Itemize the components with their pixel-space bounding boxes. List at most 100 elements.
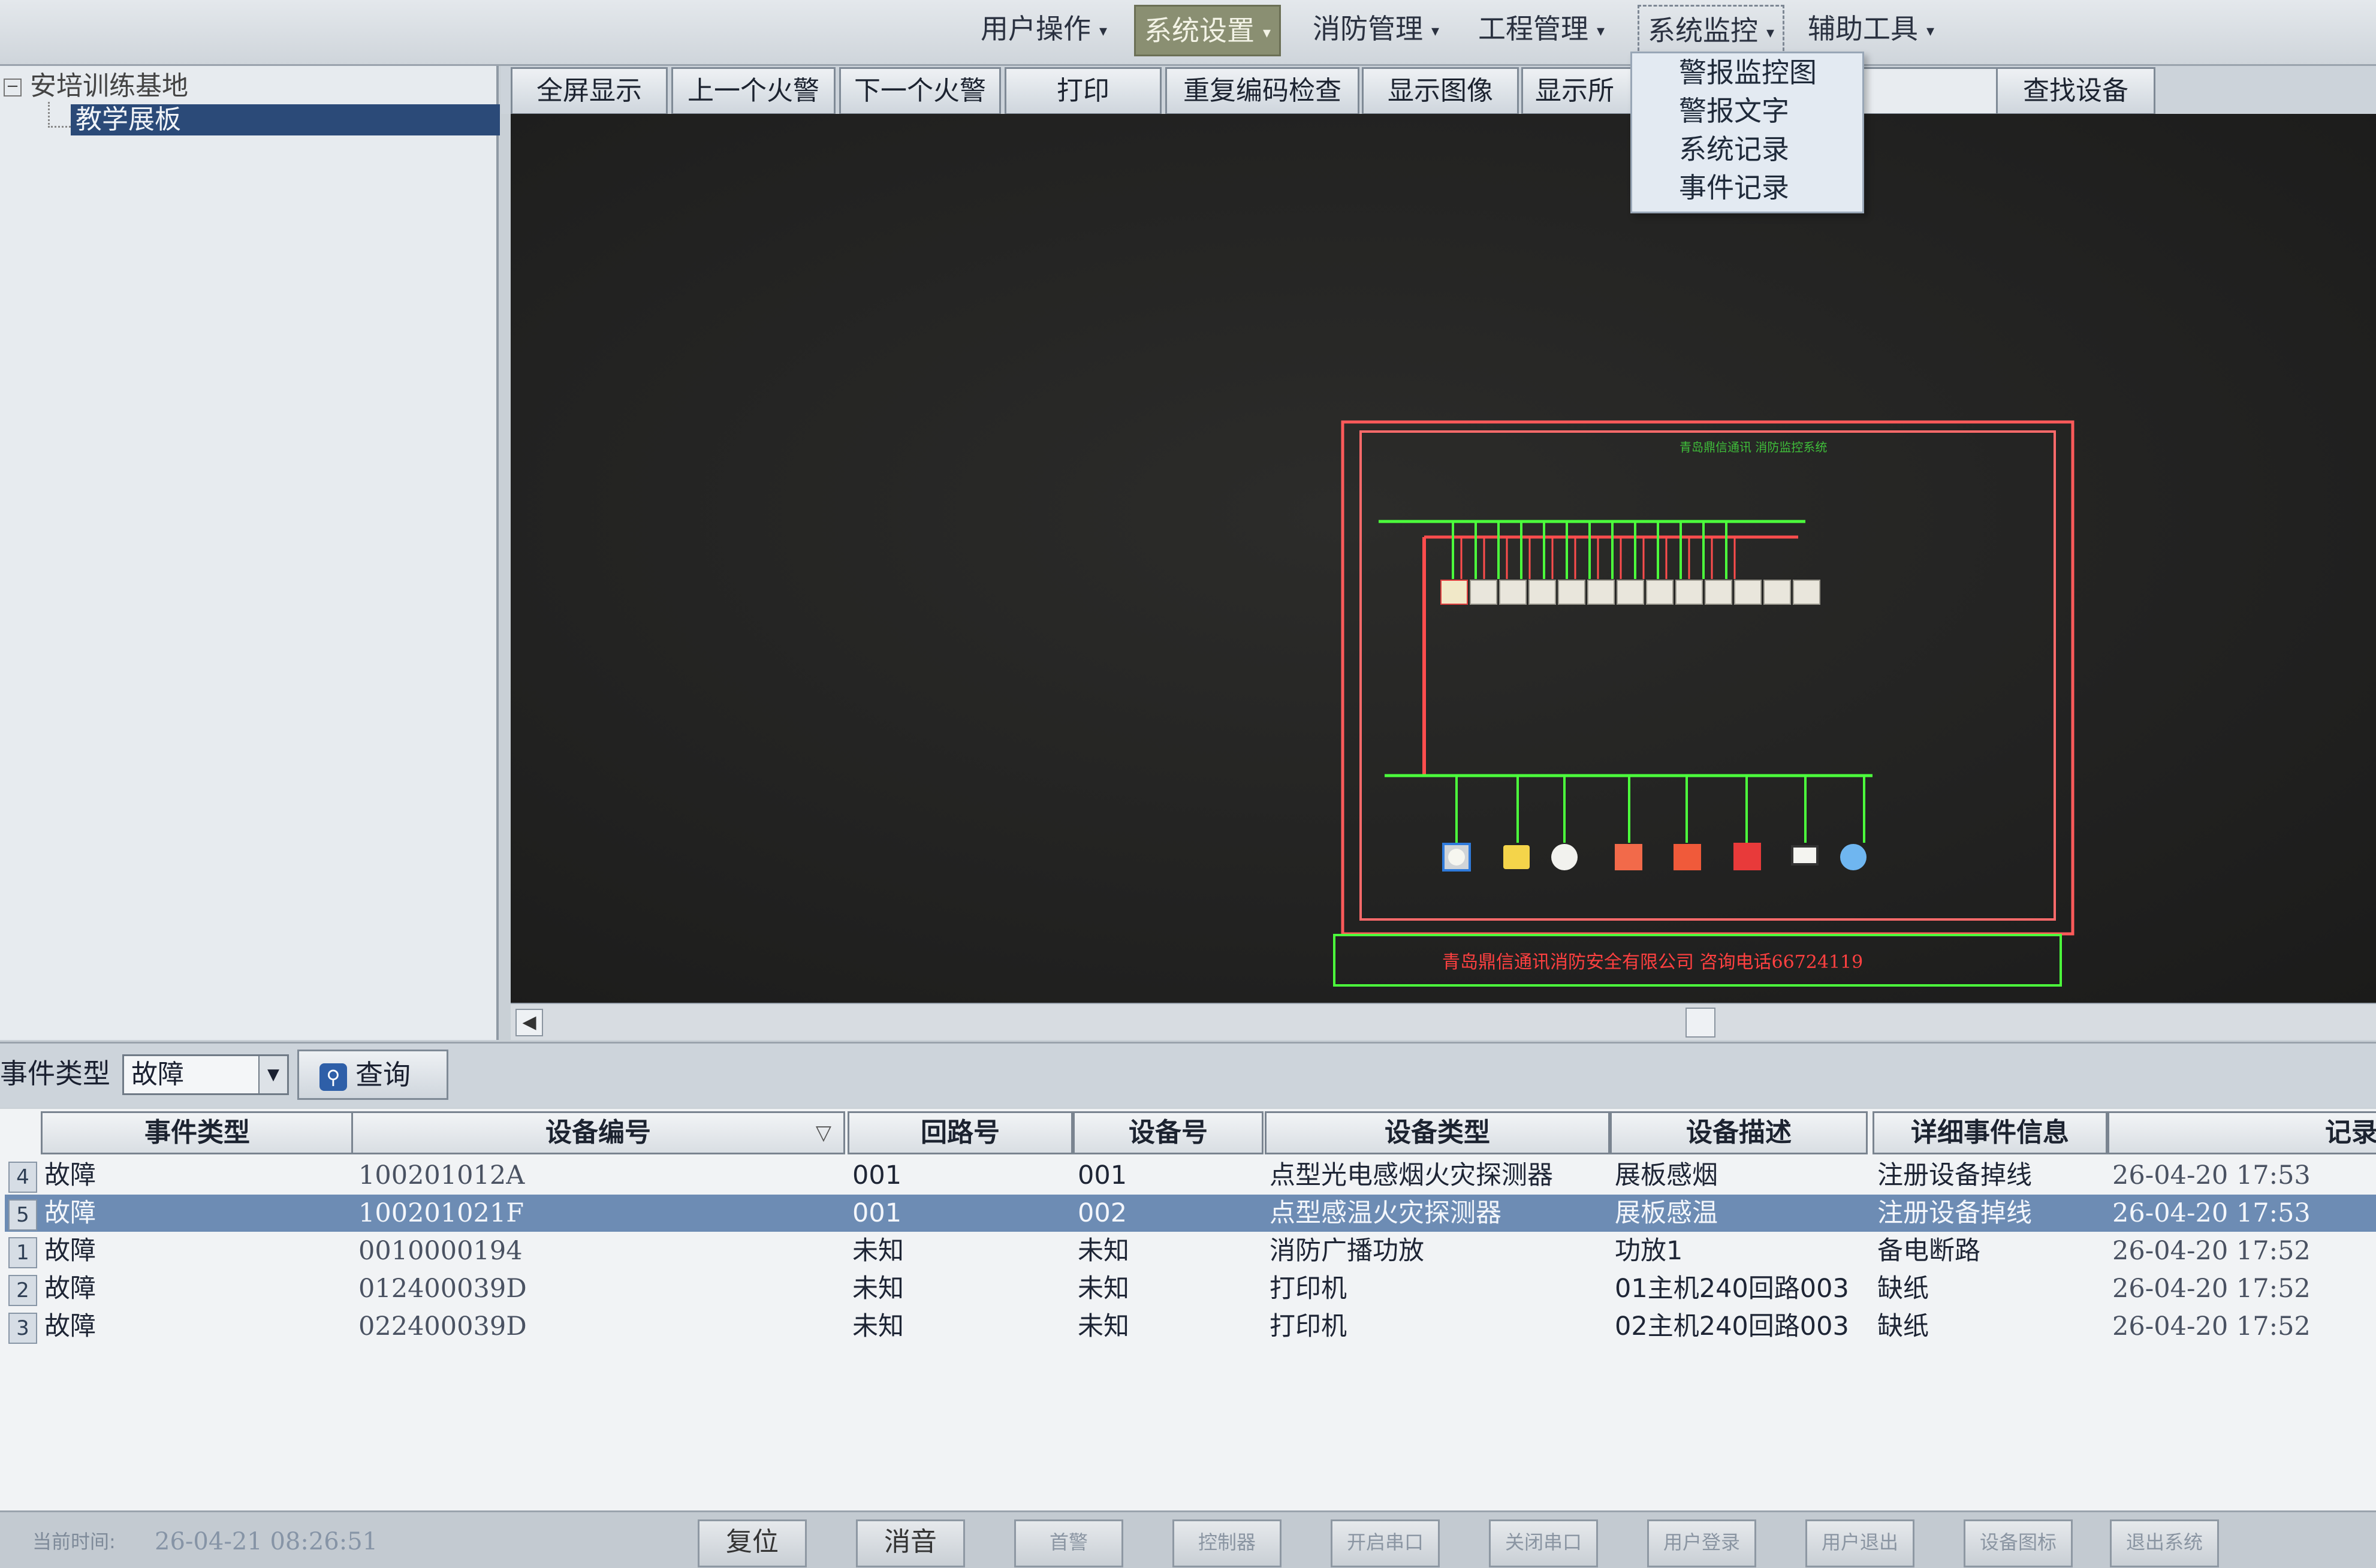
cell-event-detail: 注册设备掉线 [1877,1198,2032,1228]
input-module [1558,580,1585,605]
prev-fire-alarm-button[interactable]: 上一个火警 [671,67,836,115]
user-logout-button[interactable]: 用户退出 [1805,1519,1914,1567]
menu-bar: 用户操作 ▾ 系统设置 ▾ 消防管理 ▾ 工程管理 ▾ 系统监控 ▾ 辅助工具 ▾ [0,0,2376,66]
input-module [1499,580,1527,605]
cell-description: 展板感烟 [1615,1160,1718,1190]
find-device-button[interactable]: 查找设备 [1996,67,2155,115]
current-time-value: 26-04-21 08:26:51 [155,1528,378,1555]
col-record-time[interactable]: 记录 [2107,1111,2376,1154]
input-module [1763,580,1791,605]
scroll-thumb[interactable] [1685,1008,1715,1038]
col-device-code[interactable]: 设备编号 ▽ [351,1111,845,1154]
col-device-description[interactable]: 设备描述 [1610,1111,1868,1154]
event-type-select[interactable]: 故障 ▼ [122,1054,289,1095]
beacon-device [1840,844,1867,870]
chevron-down-icon: ▾ [1099,22,1108,40]
cell-device-code: 012400039D [358,1274,527,1304]
controller-button[interactable]: 控制器 [1172,1519,1282,1567]
menu-fire-management[interactable]: 消防管理 ▾ [1304,5,1448,53]
filter-bar: 事件类型 故障 ▼ ⚲ 查询 [0,1042,2376,1108]
scroll-left-arrow-icon[interactable]: ◀ [515,1009,543,1036]
cell-event-detail: 注册设备掉线 [1877,1160,2032,1190]
silence-button[interactable]: 消音 [856,1519,965,1567]
cell-time: 26-04-20 17:53 [2112,1160,2311,1190]
menu-system-settings[interactable]: 系统设置 ▾ [1134,5,1282,56]
lower-drops [1455,776,1865,843]
open-serial-button[interactable]: 开启串口 [1331,1519,1440,1567]
cell-description: 02主机240回路003 [1615,1311,1849,1341]
cell-description: 功放1 [1615,1236,1683,1266]
menu-item-system-log[interactable]: 系统记录 [1632,130,1862,168]
print-button[interactable]: 打印 [1005,67,1162,115]
table-row[interactable]: 5 故障 100201021F 001 002 点型感温火灾探测器 展板感温 注册设备掉线 26… [5,1195,2376,1232]
cell-loop: 未知 [852,1311,904,1341]
cell-device-number: 001 [1078,1160,1127,1190]
table-row[interactable]: 4 故障 100201012A 001 001 点型光电感烟火灾探测器 展板感烟 注册设备掉线… [5,1157,2376,1194]
tree-node-teaching-board[interactable]: 教学展板 [71,104,500,135]
dropdown-arrow-icon[interactable]: ▼ [258,1056,287,1093]
cell-event-type: 故障 [44,1236,96,1266]
wiring-diagram: 青岛鼎信通讯 消防监控系统 青岛鼎信通讯消防安全有限公司 咨询电话6672411… [1333,420,2075,987]
event-type-label: 事件类型 [0,1057,110,1090]
reset-button[interactable]: 复位 [698,1519,807,1567]
chevron-down-icon: ▾ [1431,22,1440,40]
smoke-detector-device [1442,843,1471,872]
user-login-button[interactable]: 用户登录 [1647,1519,1756,1567]
col-device-number[interactable]: 设备号 [1073,1111,1264,1154]
query-button[interactable]: ⚲ 查询 [297,1050,448,1100]
next-fire-alarm-button[interactable]: 下一个火警 [839,67,1001,115]
site-tree: − 安培训练基地 教学展板 [0,66,500,1040]
input-module [1675,580,1703,605]
device-icon-button[interactable]: 设备图标 [1964,1519,2073,1567]
fullscreen-button[interactable]: 全屏显示 [511,67,668,115]
menu-item-alarm-text[interactable]: 警报文字 [1632,92,1862,130]
horizontal-scrollbar[interactable]: ◀ [511,1003,2376,1040]
cell-event-type: 故障 [44,1274,96,1304]
cell-device-number: 未知 [1078,1311,1129,1341]
event-table: 事件类型 设备编号 ▽ 回路号 设备号 设备类型 设备描述 详细事件信息 记录 4… [0,1109,2376,1510]
col-event-detail[interactable]: 详细事件信息 [1873,1111,2107,1154]
close-serial-button[interactable]: 关闭串口 [1489,1519,1598,1567]
cell-time: 26-04-20 17:52 [2112,1236,2311,1266]
row-number: 1 [8,1237,37,1268]
input-module [1470,580,1497,605]
show-image-button[interactable]: 显示图像 [1362,67,1519,115]
input-module [1793,580,1820,605]
module-box-device [1791,845,1819,866]
cell-event-detail: 缺纸 [1877,1274,1929,1304]
sort-icon: ▽ [815,1121,831,1145]
duplicate-code-check-button[interactable]: 重复编码检查 [1165,67,1359,115]
menu-item-event-log[interactable]: 事件记录 [1632,168,1862,207]
cell-device-code: 100201021F [358,1198,524,1228]
menu-system-monitor[interactable]: 系统监控 ▾ [1638,5,1785,56]
cell-description: 展板感温 [1615,1198,1718,1228]
upper-drops [1452,521,1736,579]
cell-loop: 未知 [852,1274,904,1304]
input-module [1440,580,1468,605]
current-time-label: 当前时间: [32,1530,116,1553]
table-row[interactable]: 3 故障 022400039D 未知 未知 打印机 02主机240回路003 缺纸 26-04-… [5,1308,2376,1345]
collapse-icon[interactable]: − [4,79,22,97]
cell-device-type: 打印机 [1270,1311,1347,1341]
col-loop-number[interactable]: 回路号 [848,1111,1073,1154]
col-device-type[interactable]: 设备类型 [1265,1111,1610,1154]
menu-project-management[interactable]: 工程管理 ▾ [1470,5,1613,53]
menu-auxiliary-tools[interactable]: 辅助工具 ▾ [1799,5,1943,53]
monitor-map-canvas[interactable]: 青岛鼎信通讯 消防监控系统 青岛鼎信通讯消防安全有限公司 咨询电话6672411… [511,114,2376,1003]
cell-event-detail: 备电断路 [1877,1236,1980,1266]
col-event-type[interactable]: 事件类型 [41,1111,354,1154]
tree-root[interactable]: − 安培训练基地 [4,68,188,104]
cell-device-type: 打印机 [1270,1274,1347,1304]
input-module [1528,580,1556,605]
exit-system-button[interactable]: 退出系统 [2110,1519,2219,1567]
sound-light-alarm-device [1733,843,1761,870]
menu-item-alarm-map[interactable]: 警报监控图 [1632,53,1862,92]
first-alarm-button[interactable]: 首警 [1014,1519,1123,1567]
table-row[interactable]: 1 故障 0010000194 未知 未知 消防广播功放 功放1 备电断路 26-04-20 1… [5,1232,2376,1270]
input-module [1734,580,1762,605]
tree-connector [48,102,74,128]
menu-user-operation[interactable]: 用户操作 ▾ [972,5,1115,53]
event-type-value: 故障 [131,1059,184,1090]
table-row[interactable]: 2 故障 012400039D 未知 未知 打印机 01主机240回路003 缺纸 26-04-… [5,1270,2376,1307]
input-module [1705,580,1732,605]
